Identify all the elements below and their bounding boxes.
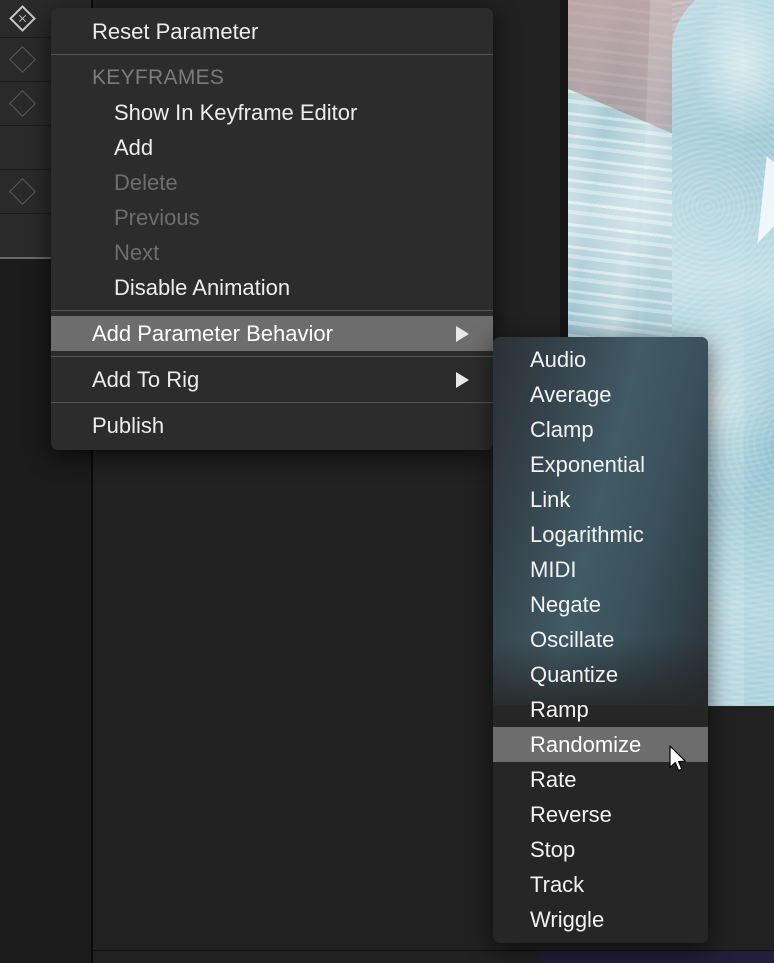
menu-item-label: Add Parameter Behavior [92, 321, 333, 346]
menu-section-label: KEYFRAMES [92, 66, 224, 89]
submenu-item-randomize[interactable]: Randomize [493, 727, 708, 762]
submenu-item-label: Logarithmic [530, 522, 644, 547]
submenu-item-label: Exponential [530, 452, 645, 477]
menu-item-label: Previous [114, 205, 200, 230]
menu-item-previous: Previous [51, 200, 493, 235]
chevron-right-icon [456, 326, 469, 342]
menu-item-label: Publish [92, 413, 164, 438]
submenu-item-label: Wriggle [530, 907, 604, 932]
keyframe-diamond-icon[interactable] [9, 90, 36, 117]
submenu-item-midi[interactable]: MIDI [493, 552, 708, 587]
submenu-item-label: Track [530, 872, 584, 897]
submenu-item-track[interactable]: Track [493, 867, 708, 902]
submenu-item-label: Quantize [530, 662, 618, 687]
menu-item-add-to-rig[interactable]: Add To Rig [51, 362, 493, 397]
add-parameter-behavior-submenu[interactable]: Audio Average Clamp Exponential Link Log… [493, 337, 708, 943]
menu-item-disable-animation[interactable]: Disable Animation [51, 270, 493, 305]
menu-item-label: Disable Animation [114, 275, 290, 300]
menu-item-label: Reset Parameter [92, 19, 258, 44]
submenu-item-label: Average [530, 382, 612, 407]
submenu-item-label: Ramp [530, 697, 589, 722]
add-keyframe-diamond-icon[interactable] [9, 5, 36, 32]
submenu-item-rate[interactable]: Rate [493, 762, 708, 797]
submenu-item-label: Randomize [530, 732, 641, 757]
keyframe-diamond-icon[interactable] [9, 178, 36, 205]
submenu-item-wriggle[interactable]: Wriggle [493, 902, 708, 937]
menu-item-next: Next [51, 235, 493, 270]
submenu-item-stop[interactable]: Stop [493, 832, 708, 867]
submenu-item-label: Oscillate [530, 627, 614, 652]
submenu-item-ramp[interactable]: Ramp [493, 692, 708, 727]
menu-item-label: Next [114, 240, 159, 265]
submenu-item-label: Rate [530, 767, 576, 792]
submenu-item-negate[interactable]: Negate [493, 587, 708, 622]
submenu-item-label: Audio [530, 347, 586, 372]
menu-item-add[interactable]: Add [51, 130, 493, 165]
submenu-item-clamp[interactable]: Clamp [493, 412, 708, 447]
menu-separator [51, 402, 493, 403]
submenu-item-label: Reverse [530, 802, 612, 827]
menu-item-label: Add [114, 135, 153, 160]
menu-item-show-in-keyframe-editor[interactable]: Show In Keyframe Editor [51, 95, 493, 130]
chevron-right-icon [456, 372, 469, 388]
menu-item-label: Show In Keyframe Editor [114, 100, 357, 125]
menu-section-keyframes: KEYFRAMES [51, 60, 493, 95]
submenu-item-oscillate[interactable]: Oscillate [493, 622, 708, 657]
submenu-item-quantize[interactable]: Quantize [493, 657, 708, 692]
submenu-item-average[interactable]: Average [493, 377, 708, 412]
menu-item-reset-parameter[interactable]: Reset Parameter [51, 14, 493, 49]
submenu-item-label: Link [530, 487, 570, 512]
submenu-item-exponential[interactable]: Exponential [493, 447, 708, 482]
menu-item-delete: Delete [51, 165, 493, 200]
menu-item-publish[interactable]: Publish [51, 408, 493, 443]
submenu-item-audio[interactable]: Audio [493, 342, 708, 377]
submenu-item-label: MIDI [530, 557, 576, 582]
submenu-item-logarithmic[interactable]: Logarithmic [493, 517, 708, 552]
menu-separator [51, 356, 493, 357]
submenu-item-reverse[interactable]: Reverse [493, 797, 708, 832]
menu-separator [51, 310, 493, 311]
parameter-context-menu[interactable]: Reset Parameter KEYFRAMES Show In Keyfra… [51, 8, 493, 450]
menu-separator [51, 54, 493, 55]
submenu-item-link[interactable]: Link [493, 482, 708, 517]
menu-item-label: Delete [114, 170, 178, 195]
menu-item-add-parameter-behavior[interactable]: Add Parameter Behavior [51, 316, 493, 351]
bottom-accent-strip [540, 951, 774, 963]
menu-item-label: Add To Rig [92, 367, 199, 392]
application-background: Reset Parameter KEYFRAMES Show In Keyfra… [0, 0, 774, 963]
submenu-item-label: Negate [530, 592, 601, 617]
keyframe-diamond-icon[interactable] [9, 46, 36, 73]
submenu-item-label: Clamp [530, 417, 594, 442]
submenu-item-label: Stop [530, 837, 575, 862]
